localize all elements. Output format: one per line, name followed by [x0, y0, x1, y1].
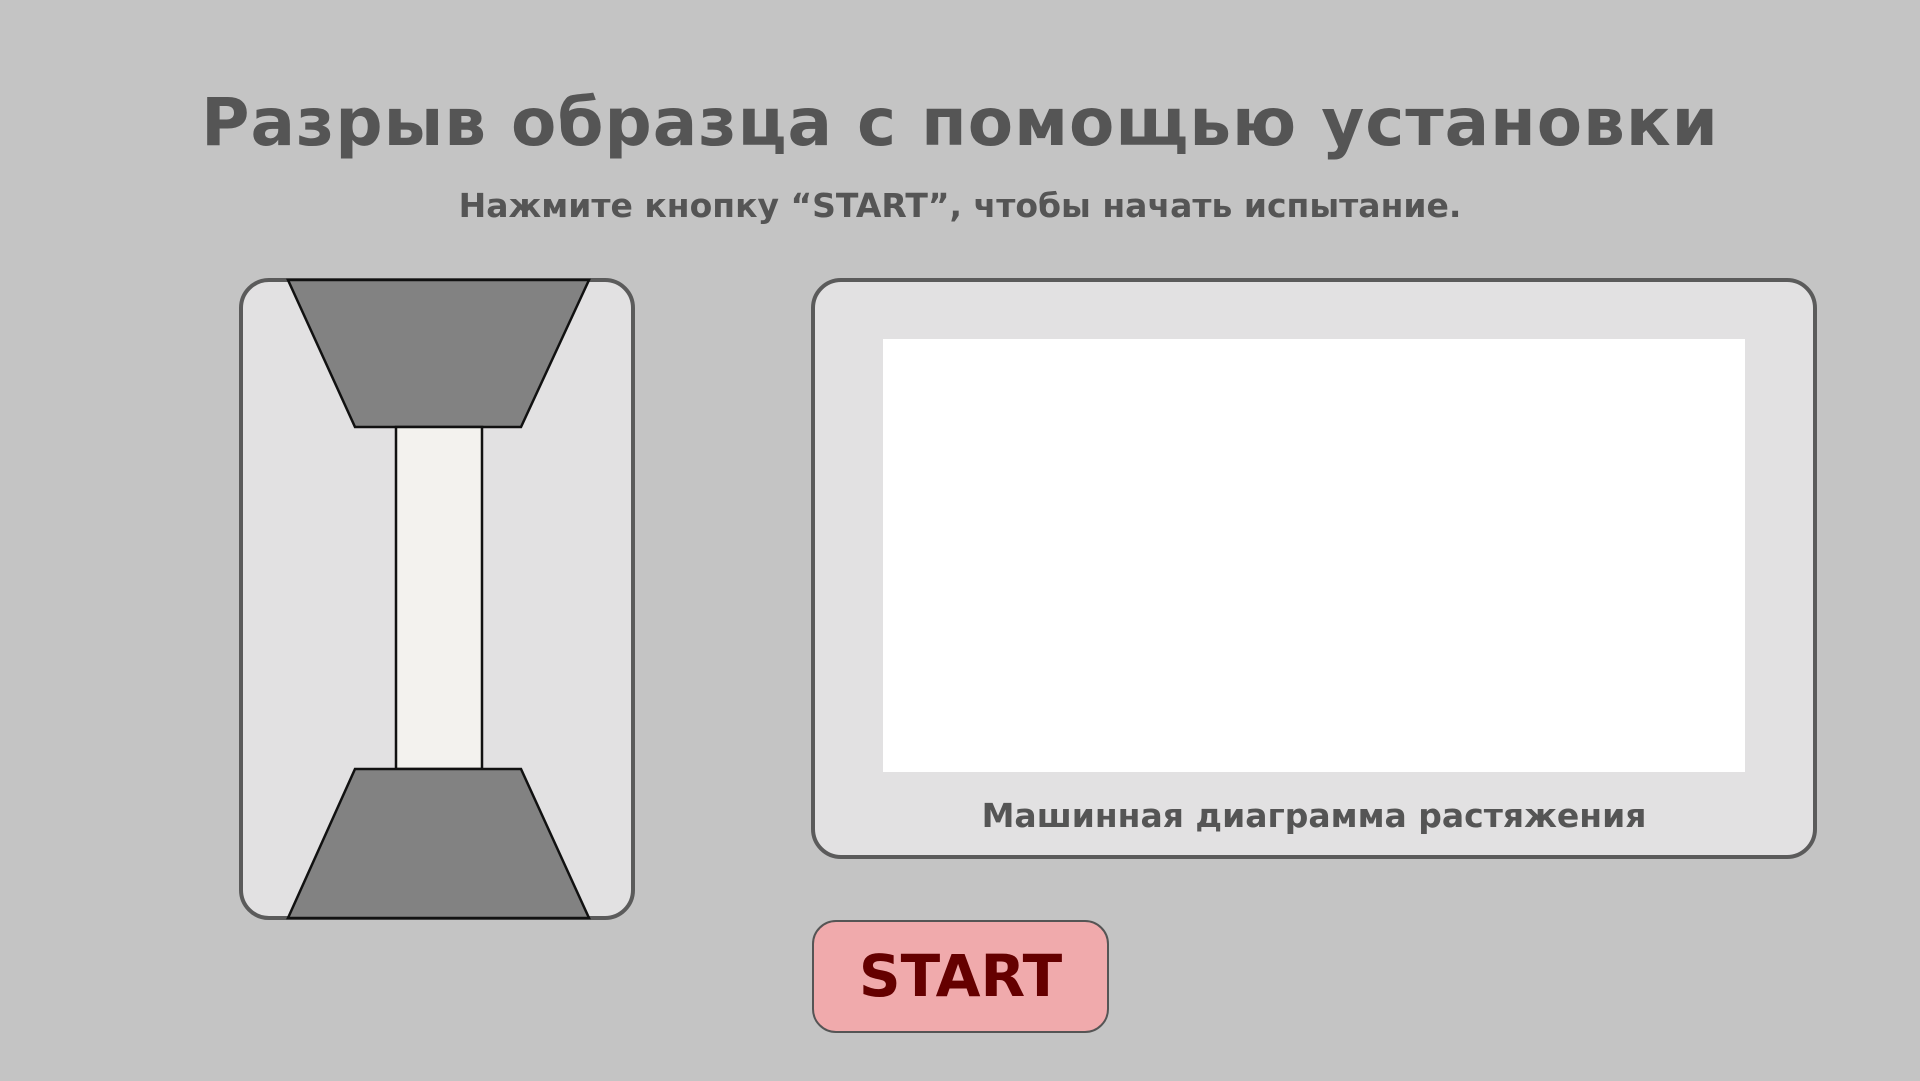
specimen	[394, 425, 484, 771]
start-button[interactable]: START	[812, 920, 1109, 1033]
instruction-text: Нажмите кнопку “START”, чтобы начать исп…	[458, 186, 1462, 225]
upper-grip	[286, 278, 591, 429]
page: Разрыв образца с помощью установки Нажми…	[0, 0, 1920, 1081]
page-title: Разрыв образца с помощью установки	[201, 84, 1719, 161]
lower-grip	[286, 767, 591, 920]
tension-diagram-plot	[883, 339, 1745, 772]
tension-diagram-caption: Машинная диаграмма растяжения	[981, 796, 1647, 835]
testing-machine-illustration	[286, 278, 591, 920]
